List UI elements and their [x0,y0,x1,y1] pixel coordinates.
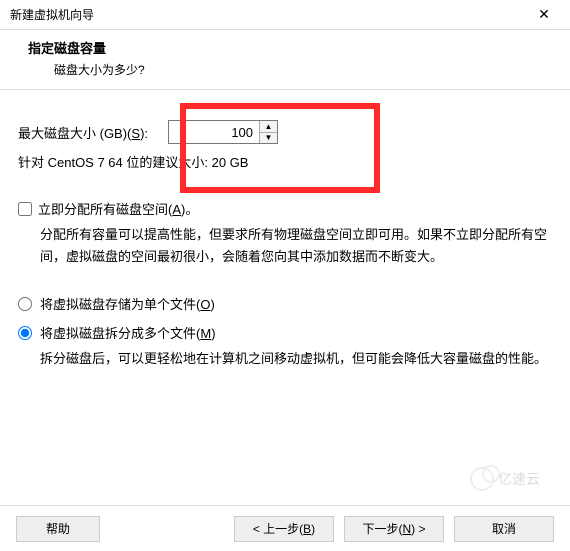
watermark: 亿速云 [470,467,540,491]
multi-file-radio[interactable] [18,326,32,340]
single-file-row: 将虚拟磁盘存储为单个文件(O) [18,294,552,313]
page-title: 指定磁盘容量 [28,38,542,57]
recommended-size: 针对 CentOS 7 64 位的建议大小: 20 GB [18,152,552,171]
disk-size-row: 最大磁盘大小 (GB)(S): ▲ ▼ [18,120,552,144]
close-button[interactable]: ✕ [524,1,564,29]
watermark-text: 亿速云 [498,469,540,489]
split-radio-group: 将虚拟磁盘存储为单个文件(O) 将虚拟磁盘拆分成多个文件(M) 拆分磁盘后，可以… [18,294,552,370]
next-button[interactable]: 下一步(N) > [344,516,444,542]
window-title: 新建虚拟机向导 [10,6,94,23]
allocate-now-row: 立即分配所有磁盘空间(A)。 [18,199,552,218]
disk-size-spinner: ▲ ▼ [168,120,278,144]
close-icon: ✕ [538,6,550,23]
back-button[interactable]: < 上一步(B) [234,516,334,542]
titlebar: 新建虚拟机向导 ✕ [0,0,570,30]
single-file-radio[interactable] [18,297,32,311]
spinner-up-button[interactable]: ▲ [260,121,277,133]
page-subtitle: 磁盘大小为多少? [54,61,542,78]
allocate-desc: 分配所有容量可以提高性能，但要求所有物理磁盘空间立即可用。如果不立即分配所有空间… [40,224,552,268]
disk-size-input[interactable] [169,121,259,143]
wizard-header: 指定磁盘容量 磁盘大小为多少? [0,30,570,90]
single-file-label: 将虚拟磁盘存储为单个文件(O) [40,294,215,313]
allocate-now-label: 立即分配所有磁盘空间(A)。 [38,199,198,218]
help-button[interactable]: 帮助 [16,516,100,542]
multi-file-label: 将虚拟磁盘拆分成多个文件(M) [40,323,216,342]
cancel-button[interactable]: 取消 [454,516,554,542]
spinner-buttons: ▲ ▼ [259,121,277,143]
wizard-content: 最大磁盘大小 (GB)(S): ▲ ▼ 针对 CentOS 7 64 位的建议大… [0,90,570,380]
allocate-now-checkbox[interactable] [18,202,32,216]
spinner-down-button[interactable]: ▼ [260,133,277,144]
button-bar: 帮助 < 上一步(B) 下一步(N) > 取消 [0,505,570,551]
multi-file-row: 将虚拟磁盘拆分成多个文件(M) [18,323,552,342]
disk-size-label: 最大磁盘大小 (GB)(S): [18,123,148,142]
split-desc: 拆分磁盘后，可以更轻松地在计算机之间移动虚拟机，但可能会降低大容量磁盘的性能。 [40,348,552,370]
watermark-icon [470,467,494,491]
